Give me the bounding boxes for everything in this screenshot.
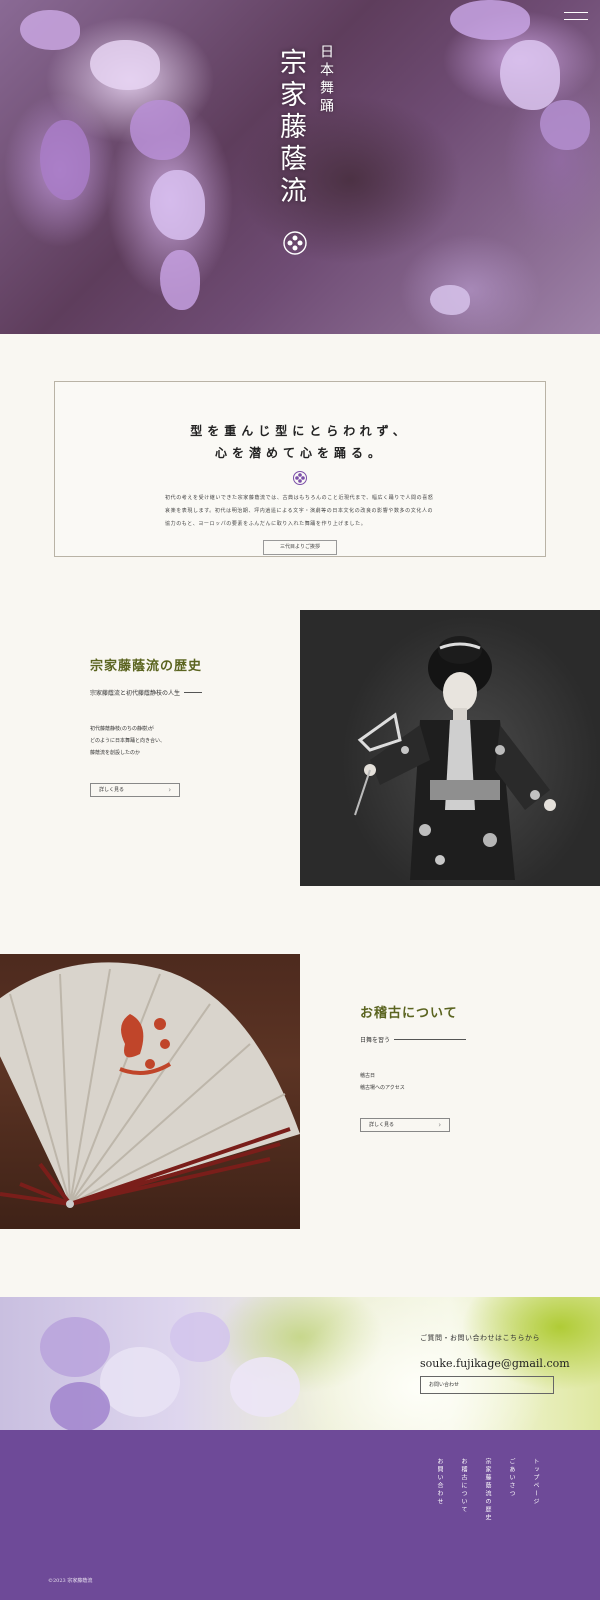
chevron-right-icon: › bbox=[168, 786, 171, 794]
practice-body-line: 稽古場へのアクセス bbox=[360, 1085, 405, 1091]
hero-title-block: 日本舞踊 宗家藤蔭流 bbox=[275, 44, 340, 274]
history-subtitle: 宗家藤蔭流と初代藤蔭静枝の人生 bbox=[90, 690, 181, 697]
wisteria-blossom bbox=[90, 40, 160, 90]
wisteria-blossom bbox=[540, 100, 590, 150]
wisteria-blossom bbox=[170, 1312, 230, 1362]
practice-subtitle: 日舞を習う bbox=[360, 1037, 391, 1044]
history-title: 宗家藤蔭流の歴史 bbox=[90, 659, 203, 674]
wisteria-blossom bbox=[20, 10, 80, 50]
wisteria-crest-icon bbox=[293, 471, 307, 485]
history-body-line: 藤蔭流を創設したのか bbox=[90, 750, 141, 756]
intro-heading-line: 心を潜めて心を踊る。 bbox=[214, 446, 385, 460]
history-body: 初代藤蔭静枝(のちの静樹)が どのように日本舞踊と向き合い、 藤蔭流を創設したの… bbox=[90, 723, 290, 759]
wisteria-blossom bbox=[40, 1317, 110, 1377]
more-button-label: 詳しく見る bbox=[369, 1122, 395, 1128]
wisteria-blossom bbox=[40, 120, 90, 200]
wisteria-blossom bbox=[100, 1347, 180, 1417]
fan-photo bbox=[0, 954, 300, 1229]
contact-email[interactable]: souke.fujikage@gmail.com bbox=[420, 1357, 590, 1370]
footer-nav: トップページ ごあいさつ 宗家藤蔭流の歴史 お稽古について お問い合わせ bbox=[435, 1458, 540, 1522]
divider-line bbox=[184, 692, 203, 693]
greeting-button[interactable]: 三代目よりご挨拶 bbox=[263, 540, 337, 555]
chevron-right-icon: › bbox=[438, 1121, 441, 1129]
wisteria-blossom bbox=[50, 1382, 110, 1430]
contact-button[interactable]: お問い合わせ bbox=[420, 1376, 554, 1394]
practice-subtitle-row: 日舞を習う bbox=[360, 1035, 560, 1044]
wisteria-blossom bbox=[430, 285, 470, 315]
history-section: 宗家藤蔭流の歴史 宗家藤蔭流と初代藤蔭静枝の人生 初代藤蔭静枝(のちの静樹)が … bbox=[90, 655, 290, 797]
contact-banner: ご質問・お問い合わせはこちらから souke.fujikage@gmail.co… bbox=[0, 1297, 600, 1430]
practice-more-button[interactable]: 詳しく見る › bbox=[360, 1118, 450, 1132]
history-subtitle-row: 宗家藤蔭流と初代藤蔭静枝の人生 bbox=[90, 688, 290, 697]
intro-box: 型を重んじ型にとらわれず、 心を潜めて心を踊る。 初代の考えを受け継いできた宗家… bbox=[54, 381, 546, 557]
hero-title: 宗家藤蔭流 bbox=[275, 48, 306, 208]
practice-section: お稽古について 日舞を習う 稽古日 稽古場へのアクセス 詳しく見る › bbox=[360, 1002, 560, 1132]
hero-subtitle: 日本舞踊 bbox=[318, 44, 334, 116]
wisteria-blossom bbox=[450, 0, 530, 40]
footer-nav-item-history[interactable]: 宗家藤蔭流の歴史 bbox=[483, 1458, 492, 1522]
fan-illustration bbox=[0, 962, 300, 1208]
hero-section: 日本舞踊 宗家藤蔭流 bbox=[0, 0, 600, 334]
footer-nav-item-practice[interactable]: お稽古について bbox=[459, 1458, 468, 1522]
practice-body: 稽古日 稽古場へのアクセス bbox=[360, 1070, 560, 1094]
wisteria-crest-icon bbox=[283, 231, 307, 255]
wisteria-blossom bbox=[230, 1357, 300, 1417]
intro-heading-line: 型を重んじ型にとらわれず、 bbox=[190, 424, 410, 438]
footer-nav-item-contact[interactable]: お問い合わせ bbox=[435, 1458, 444, 1522]
contact-info: ご質問・お問い合わせはこちらから souke.fujikage@gmail.co… bbox=[420, 1333, 590, 1394]
wisteria-blossom bbox=[500, 40, 560, 110]
history-body-line: 初代藤蔭静枝(のちの静樹)が bbox=[90, 726, 154, 732]
dancer-illustration bbox=[354, 636, 556, 880]
footer: トップページ ごあいさつ 宗家藤蔭流の歴史 お稽古について お問い合わせ ©20… bbox=[0, 1430, 600, 1600]
history-body-line: どのように日本舞踊と向き合い、 bbox=[90, 738, 166, 744]
practice-body-line: 稽古日 bbox=[360, 1073, 376, 1079]
footer-nav-item-greeting[interactable]: ごあいさつ bbox=[507, 1458, 516, 1522]
more-button-label: 詳しく見る bbox=[99, 787, 125, 793]
dancer-photo bbox=[300, 610, 600, 886]
wisteria-blossom bbox=[130, 100, 190, 160]
intro-heading: 型を重んじ型にとらわれず、 心を潜めて心を踊る。 bbox=[55, 420, 545, 464]
wisteria-blossom bbox=[150, 170, 205, 240]
intro-body-text: 初代の考えを受け継いできた宗家藤蔭流では、古典はもちろんのこと近現代まで、幅広く… bbox=[165, 495, 434, 527]
practice-title: お稽古について bbox=[360, 1006, 458, 1021]
footer-nav-item-top[interactable]: トップページ bbox=[531, 1458, 540, 1522]
copyright: ©2023 宗家藤蔭流 bbox=[48, 1578, 93, 1584]
wisteria-blossom bbox=[160, 250, 200, 310]
hamburger-menu-icon[interactable] bbox=[564, 12, 588, 30]
history-more-button[interactable]: 詳しく見る › bbox=[90, 783, 180, 797]
divider-line bbox=[394, 1039, 467, 1040]
contact-label: ご質問・お問い合わせはこちらから bbox=[420, 1334, 540, 1342]
